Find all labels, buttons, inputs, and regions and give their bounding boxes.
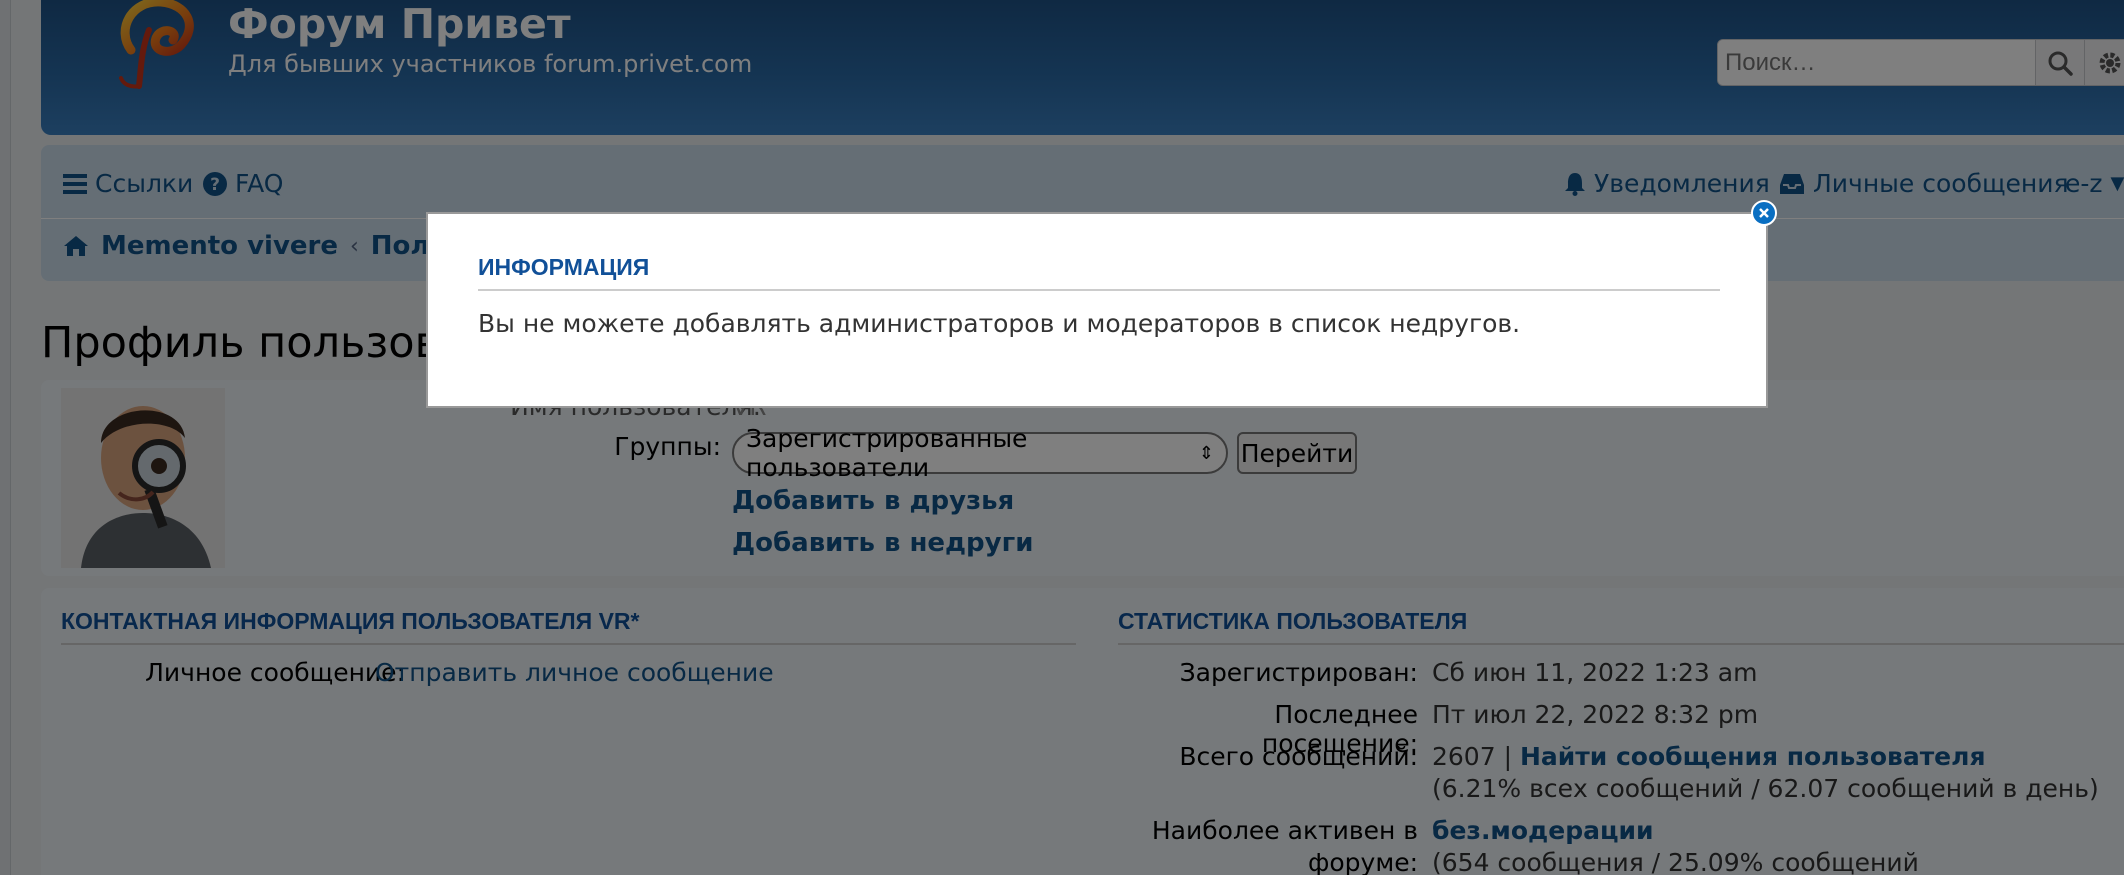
close-icon: [1759, 208, 1769, 218]
info-dialog: ИНФОРМАЦИЯ Вы не можете добавлять админи…: [426, 212, 1768, 408]
modal-backdrop[interactable]: [0, 0, 2124, 875]
dialog-title: ИНФОРМАЦИЯ: [478, 254, 1720, 291]
dialog-message: Вы не можете добавлять администраторов и…: [478, 309, 1521, 338]
dialog-close-button[interactable]: [1751, 200, 1777, 226]
